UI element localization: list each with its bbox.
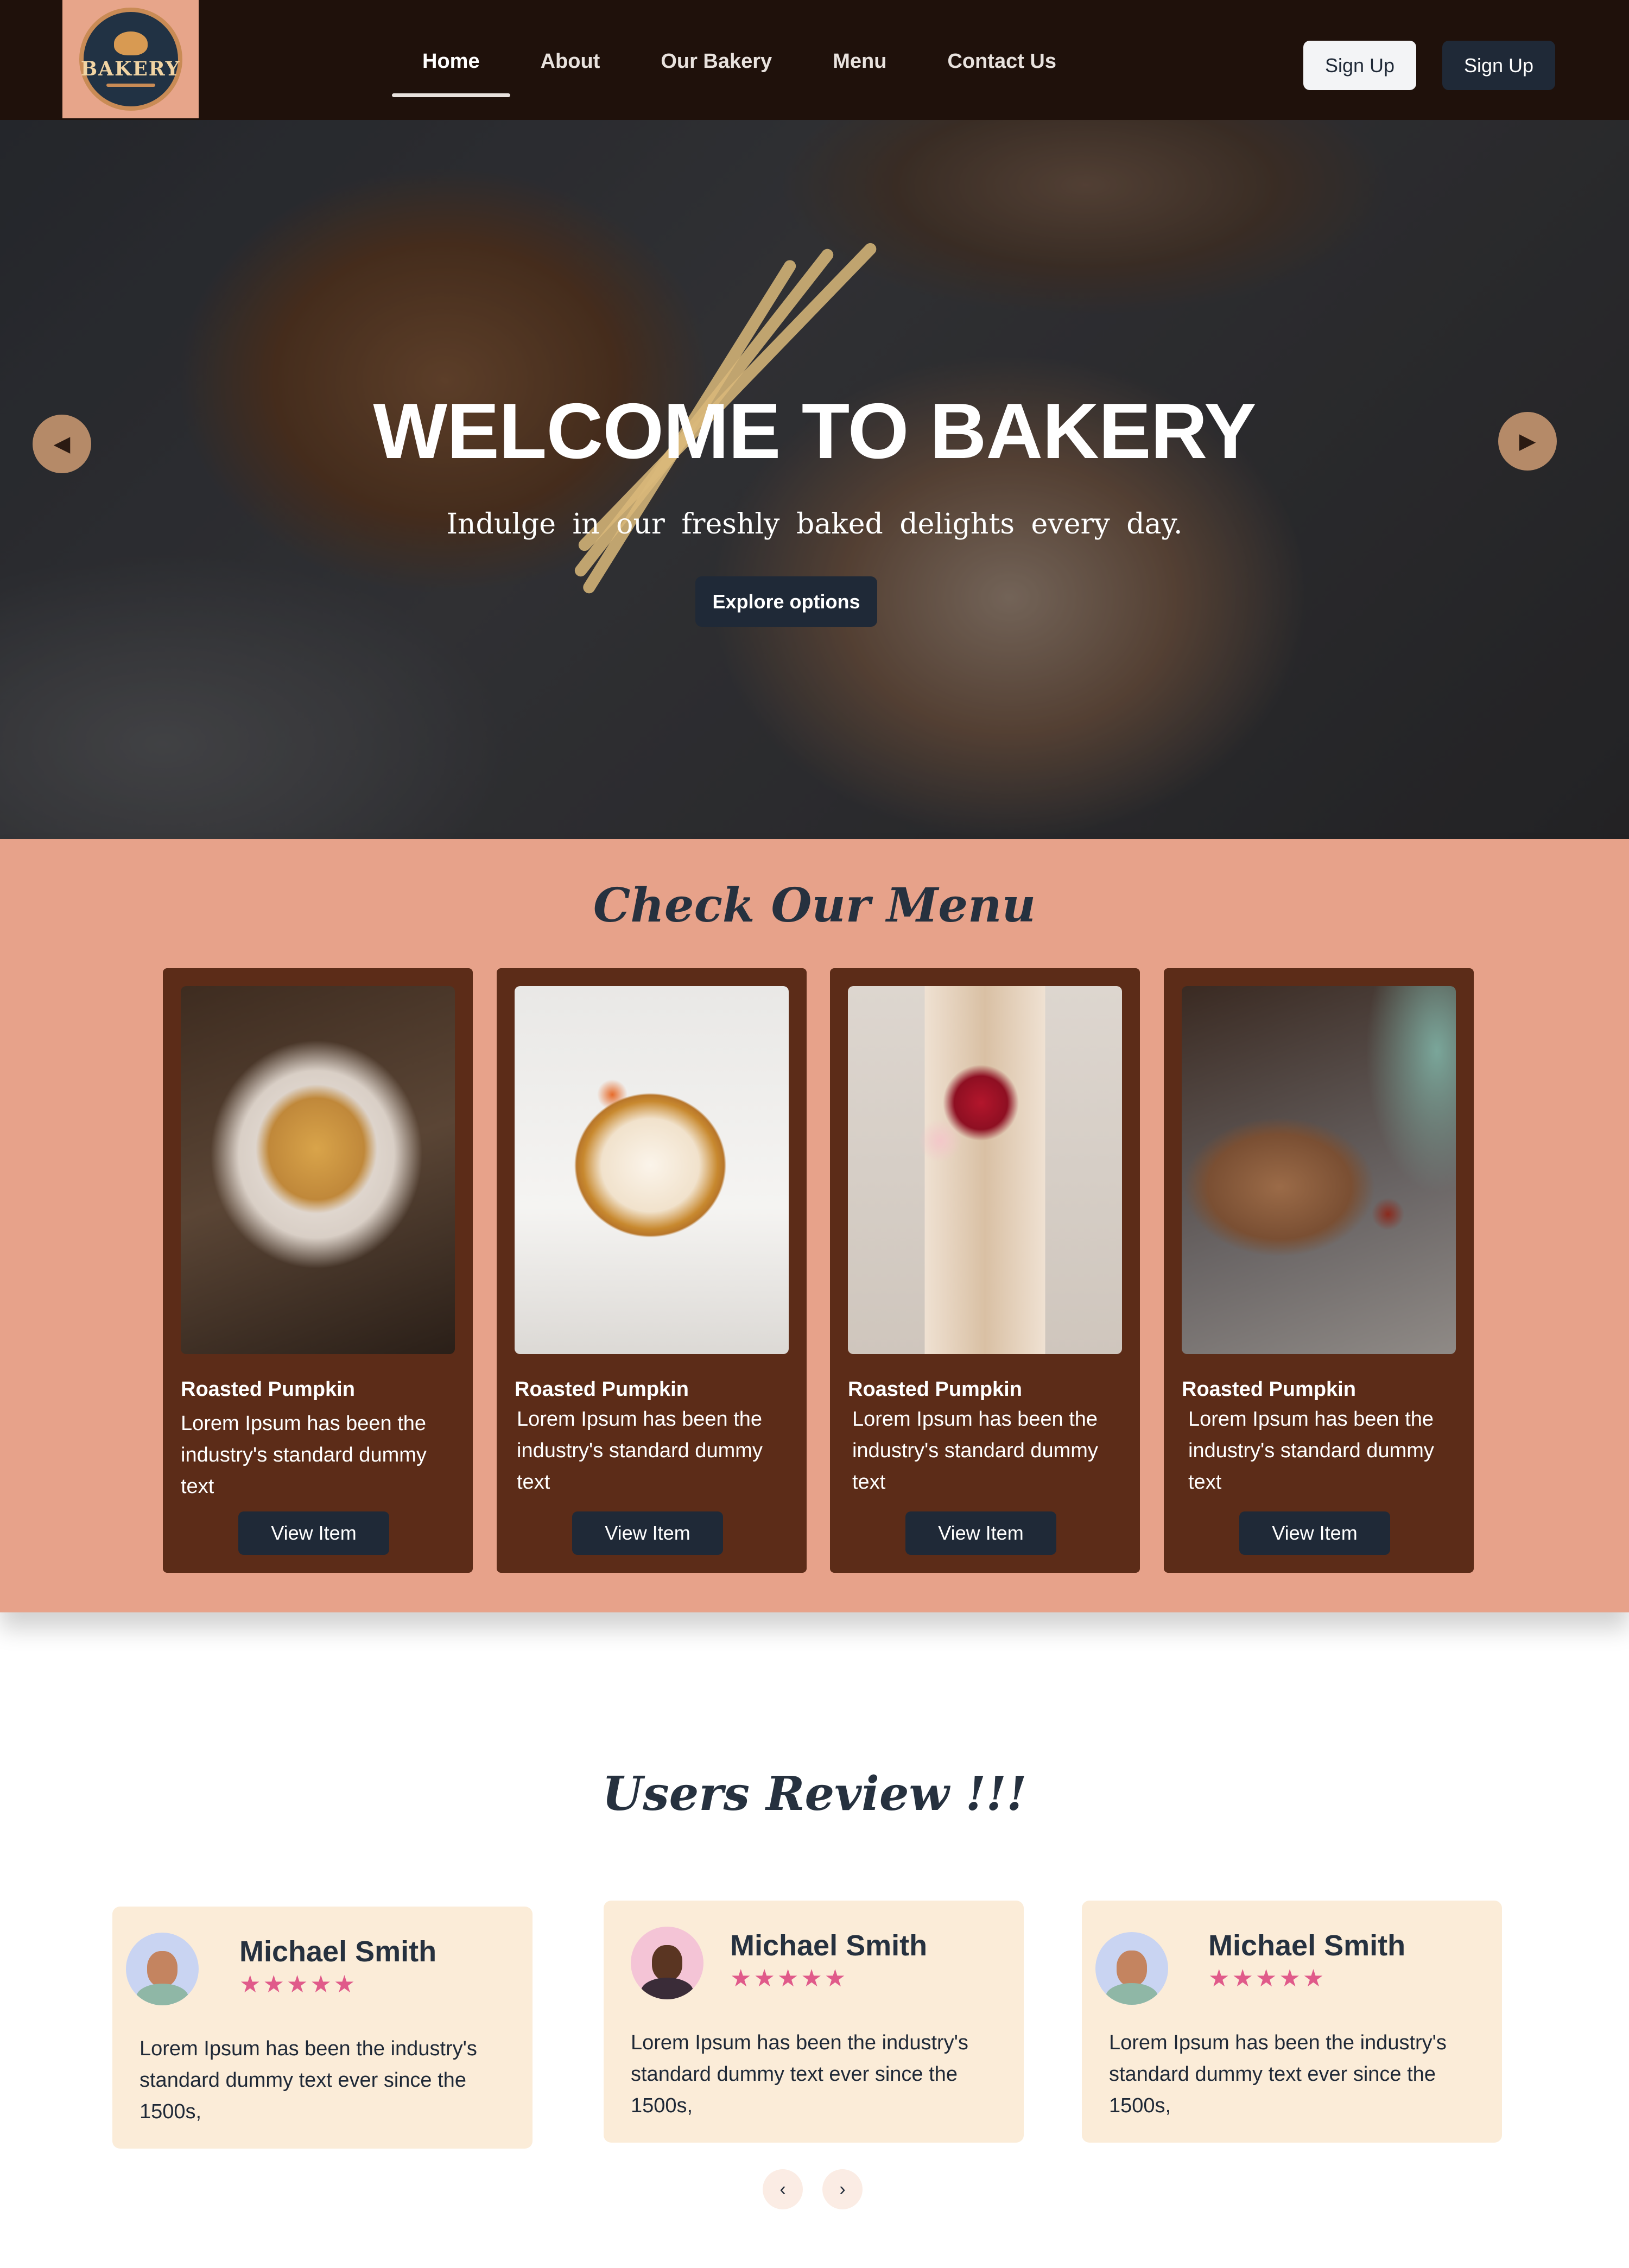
menu-item-description: Lorem Ipsum has been the industry's stan… bbox=[1188, 1408, 1434, 1494]
menu-item-description: Lorem Ipsum has been the industry's stan… bbox=[517, 1408, 763, 1494]
view-item-button[interactable]: View Item bbox=[1239, 1511, 1390, 1555]
bun-icon bbox=[113, 31, 148, 55]
bread-loaf-image bbox=[181, 986, 455, 1354]
menu-item-name: Roasted Pumpkin bbox=[515, 1378, 689, 1401]
review-text: Lorem Ipsum has been the industry's stan… bbox=[1109, 2031, 1447, 2117]
avatar-shirt bbox=[136, 1984, 188, 2005]
avatar-face bbox=[147, 1951, 178, 1987]
menu-card: Roasted Pumpkin Lorem Ipsum has been the… bbox=[163, 968, 473, 1573]
menu-item-description: Lorem Ipsum has been the industry's stan… bbox=[181, 1412, 427, 1498]
reviewer-name: Michael Smith bbox=[730, 1929, 928, 1962]
reviews-next-button[interactable]: › bbox=[822, 2169, 863, 2209]
menu-item-name: Roasted Pumpkin bbox=[1182, 1378, 1356, 1401]
hero-title: WELCOME TO BAKERY bbox=[373, 387, 1256, 475]
star-rating: ★★★★★ bbox=[239, 1971, 358, 1998]
view-item-button[interactable]: View Item bbox=[238, 1511, 389, 1555]
view-item-button[interactable]: View Item bbox=[572, 1511, 723, 1555]
star-rating: ★★★★★ bbox=[730, 1965, 848, 1992]
menu-item-name: Roasted Pumpkin bbox=[848, 1378, 1022, 1401]
logo-ribbon bbox=[106, 84, 155, 87]
sign-up-button-dark[interactable]: Sign Up bbox=[1442, 41, 1555, 90]
avatar-shirt bbox=[1106, 1983, 1158, 2005]
navbar: BAKERY Home About Our Bakery Menu Contac… bbox=[0, 0, 1629, 120]
menu-card: Roasted Pumpkin Lorem Ipsum has been the… bbox=[497, 968, 807, 1573]
avatar-face bbox=[1117, 1951, 1147, 1986]
avatar-shirt bbox=[641, 1978, 693, 1999]
nav-link-menu[interactable]: Menu bbox=[833, 50, 886, 73]
avatar bbox=[126, 1933, 199, 2005]
avatar bbox=[631, 1927, 703, 1999]
explore-options-button[interactable]: Explore options bbox=[695, 576, 877, 627]
reviewer-name: Michael Smith bbox=[239, 1935, 437, 1968]
sign-up-button-light[interactable]: Sign Up bbox=[1303, 41, 1416, 90]
menu-item-description: Lorem Ipsum has been the industry's stan… bbox=[852, 1408, 1098, 1494]
star-rating: ★★★★★ bbox=[1208, 1965, 1327, 1992]
nav-link-our-bakery[interactable]: Our Bakery bbox=[661, 50, 772, 73]
reviews-prev-button[interactable]: ‹ bbox=[763, 2169, 803, 2209]
nav-links: Home About Our Bakery Menu Contact Us bbox=[392, 50, 1117, 97]
avatar bbox=[1095, 1932, 1168, 2005]
review-text: Lorem Ipsum has been the industry's stan… bbox=[140, 2037, 477, 2123]
nav-link-home[interactable]: Home bbox=[392, 50, 510, 97]
menu-item-name: Roasted Pumpkin bbox=[181, 1378, 355, 1401]
nut-cookie-image bbox=[1182, 986, 1456, 1354]
hero-overlay bbox=[0, 120, 1629, 839]
review-card: Michael Smith ★★★★★ Lorem Ipsum has been… bbox=[604, 1901, 1024, 2143]
logo-text: BAKERY bbox=[80, 58, 181, 80]
logo-badge: BAKERY bbox=[79, 8, 182, 111]
reviews-section-title: Users Review !!! bbox=[602, 1767, 1027, 1821]
hero-subtitle: Indulge in our freshly baked delights ev… bbox=[446, 508, 1183, 541]
floral-cake-image bbox=[848, 986, 1122, 1354]
menu-section: Check Our Menu Roasted Pumpkin Lorem Ips… bbox=[0, 839, 1629, 1612]
view-item-button[interactable]: View Item bbox=[905, 1511, 1056, 1555]
avatar-face bbox=[652, 1945, 682, 1981]
nav-link-contact-us[interactable]: Contact Us bbox=[947, 50, 1056, 73]
nav-link-about[interactable]: About bbox=[541, 50, 600, 73]
menu-card: Roasted Pumpkin Lorem Ipsum has been the… bbox=[1164, 968, 1474, 1573]
review-text: Lorem Ipsum has been the industry's stan… bbox=[631, 2031, 968, 2117]
menu-card: Roasted Pumpkin Lorem Ipsum has been the… bbox=[830, 968, 1140, 1573]
review-card: Michael Smith ★★★★★ Lorem Ipsum has been… bbox=[112, 1907, 533, 2149]
meringue-pie-image bbox=[515, 986, 789, 1354]
reviewer-name: Michael Smith bbox=[1208, 1929, 1406, 1962]
menu-section-title: Check Our Menu bbox=[593, 878, 1036, 933]
review-card: Michael Smith ★★★★★ Lorem Ipsum has been… bbox=[1082, 1901, 1502, 2143]
bakery-logo-icon[interactable]: BAKERY bbox=[62, 0, 199, 118]
hero-banner: ◀ ▶ WELCOME TO BAKERY Indulge in our fre… bbox=[0, 120, 1629, 839]
